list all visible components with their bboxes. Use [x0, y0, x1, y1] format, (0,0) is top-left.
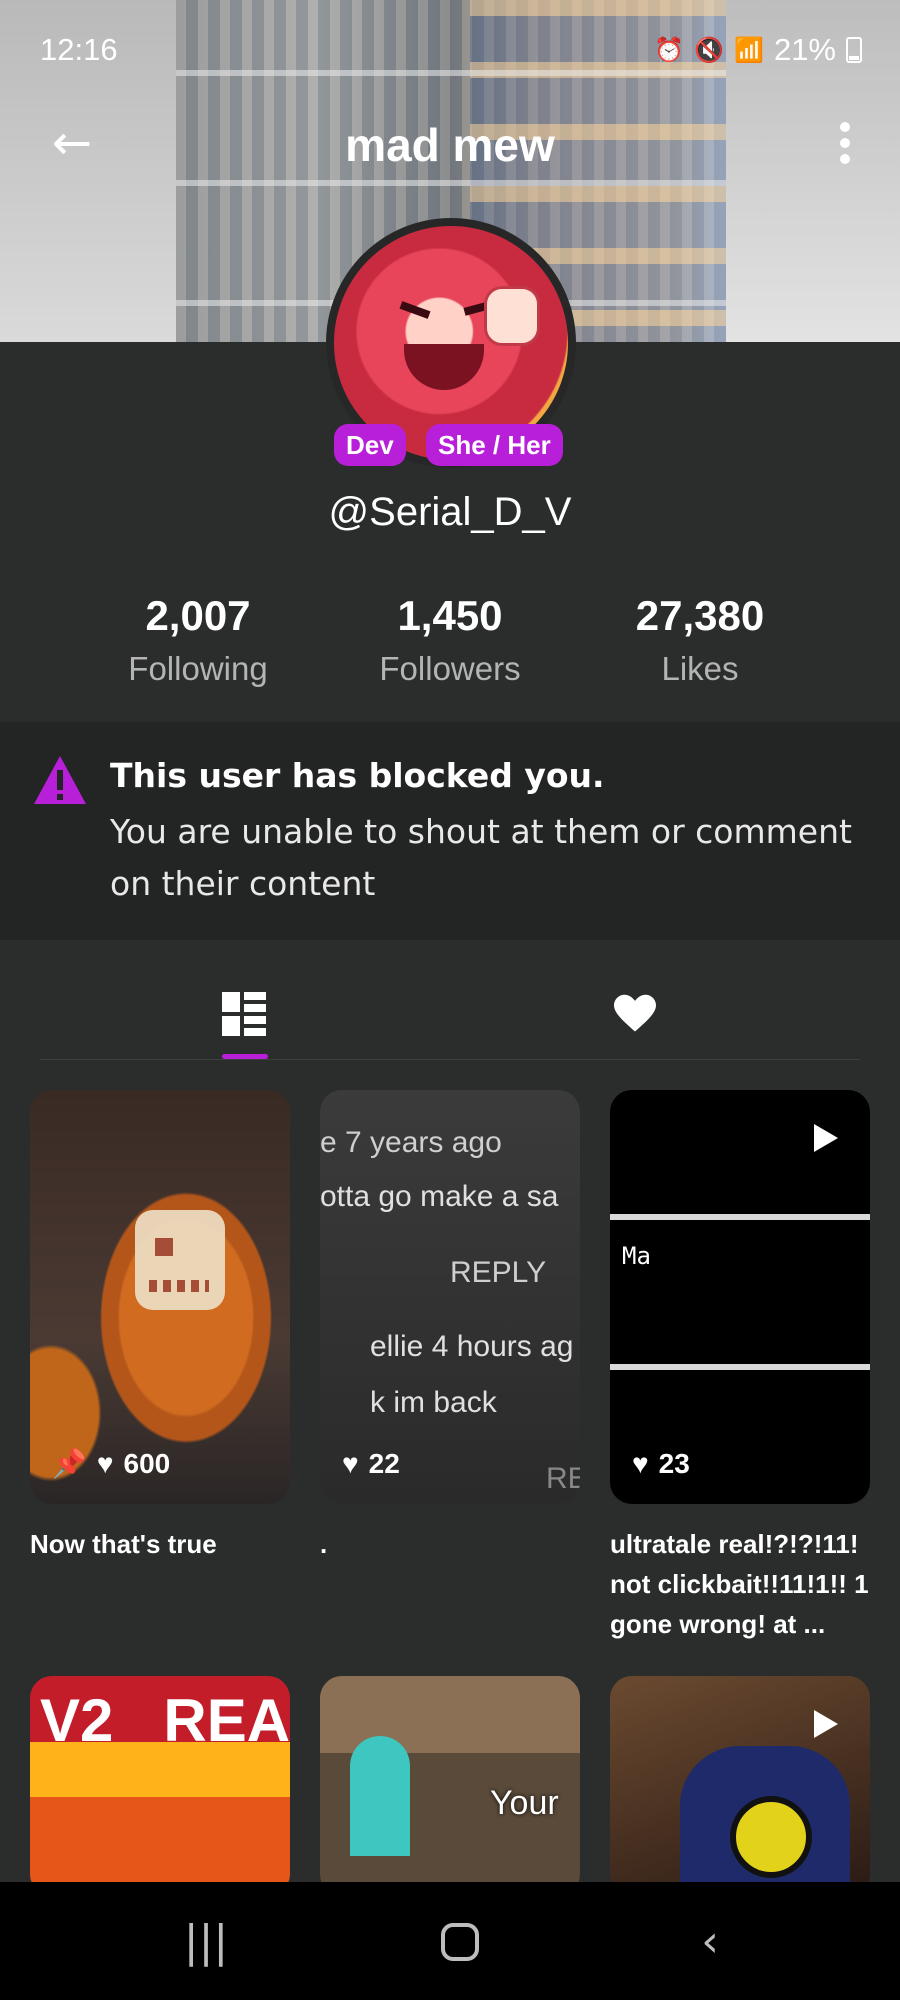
thumb-text: e 7 years ago	[320, 1126, 502, 1159]
more-options-button[interactable]	[820, 118, 870, 172]
username: @Serial_D_V	[328, 490, 572, 534]
post-likes: 23	[658, 1448, 690, 1479]
more-vertical-icon	[820, 122, 870, 164]
thumb-text: Ma	[622, 1242, 651, 1270]
stat-following[interactable]: 2,007 Following	[68, 592, 328, 688]
stat-likes-label: Likes	[661, 650, 739, 687]
post-card[interactable]: e 7 years ago otta go make a sa REPLY el…	[320, 1090, 580, 1504]
post-card[interactable]: Your	[320, 1676, 580, 1896]
status-icons: ⏰ 🔇 📶 21%	[654, 32, 862, 68]
battery-icon	[846, 37, 862, 63]
post-card[interactable]	[610, 1676, 870, 1896]
heart-icon: ♥	[96, 1447, 114, 1479]
warning-icon	[32, 754, 88, 810]
wifi-icon: 📶	[734, 36, 764, 64]
stat-followers-label: Followers	[379, 650, 521, 687]
thumb-line	[610, 1364, 870, 1370]
post-meta: ♥ 23	[632, 1448, 690, 1480]
blocked-title: This user has blocked you.	[110, 756, 605, 795]
home-button[interactable]	[430, 1912, 490, 1972]
stat-following-value: 2,007	[145, 592, 251, 639]
profile-title: mad mew	[345, 119, 555, 171]
thumb-text: ellie 4 hours ag	[370, 1330, 574, 1363]
heart-icon: ♥	[632, 1448, 649, 1479]
post-card[interactable]: Ma ♥ 23	[610, 1090, 870, 1504]
post-card[interactable]: 📌 ♥ 600	[30, 1090, 290, 1504]
post-likes: 22	[368, 1448, 400, 1479]
status-time: 12:16	[40, 32, 118, 67]
stat-following-label: Following	[128, 650, 268, 687]
post-caption: Now that's true	[30, 1529, 217, 1559]
blocked-message: You are unable to shout at them or comme…	[110, 812, 852, 903]
thumb-text: Your	[490, 1784, 559, 1822]
badge-pronouns: She / Her	[426, 424, 563, 466]
alarm-icon: ⏰	[654, 36, 685, 64]
thumb-text: RE	[546, 1462, 580, 1495]
stat-likes-value: 27,380	[635, 592, 765, 639]
chevron-left-icon: ‹	[701, 1916, 719, 1967]
tab-posts[interactable]	[220, 960, 300, 1060]
system-back-button[interactable]: ‹	[680, 1912, 740, 1972]
system-nav-bar: ||| ‹	[0, 1882, 900, 2000]
content-tabs	[40, 960, 860, 1060]
pin-icon: 📌	[52, 1448, 87, 1479]
post-caption: .	[320, 1529, 328, 1559]
mute-icon: 🔇	[694, 36, 725, 64]
badge-dev: Dev	[334, 424, 406, 466]
tab-selected-indicator	[222, 1054, 268, 1059]
post-caption: ultratale real!?!?!11! not clickbait!!11…	[610, 1529, 869, 1639]
thumb-text: k im back	[370, 1386, 497, 1419]
banner-shelf	[176, 180, 726, 186]
thumb-text: V2 REA	[40, 1687, 290, 1754]
post-meta: 📌 ♥ 600	[52, 1447, 170, 1480]
post-thumbnail	[350, 1736, 410, 1856]
post-card[interactable]: V2 REA	[30, 1676, 290, 1896]
battery-percent: 21%	[773, 32, 836, 67]
post-meta: ♥ 22	[342, 1448, 400, 1480]
thumb-line	[610, 1214, 870, 1220]
heart-icon: ♥	[342, 1448, 359, 1479]
play-icon	[814, 1710, 838, 1738]
heart-icon	[614, 994, 656, 1032]
recent-apps-icon: |||	[183, 1916, 229, 1967]
recent-apps-button[interactable]: |||	[176, 1912, 236, 1972]
post-thumbnail	[680, 1746, 850, 1896]
stat-likes: 27,380 Likes	[570, 592, 830, 688]
status-bar: 12:16 ⏰ 🔇 📶 21%	[0, 28, 900, 72]
stat-followers[interactable]: 1,450 Followers	[320, 592, 580, 688]
thumb-text: otta go make a sa	[320, 1180, 559, 1213]
thumb-text: REPLY	[450, 1256, 547, 1289]
post-likes: 600	[123, 1447, 171, 1479]
play-icon	[814, 1124, 838, 1152]
home-icon	[441, 1923, 479, 1961]
grid-icon	[222, 992, 266, 1036]
stat-followers-value: 1,450	[397, 592, 503, 639]
tab-likes[interactable]	[614, 960, 694, 1060]
post-thumbnail	[135, 1210, 225, 1310]
